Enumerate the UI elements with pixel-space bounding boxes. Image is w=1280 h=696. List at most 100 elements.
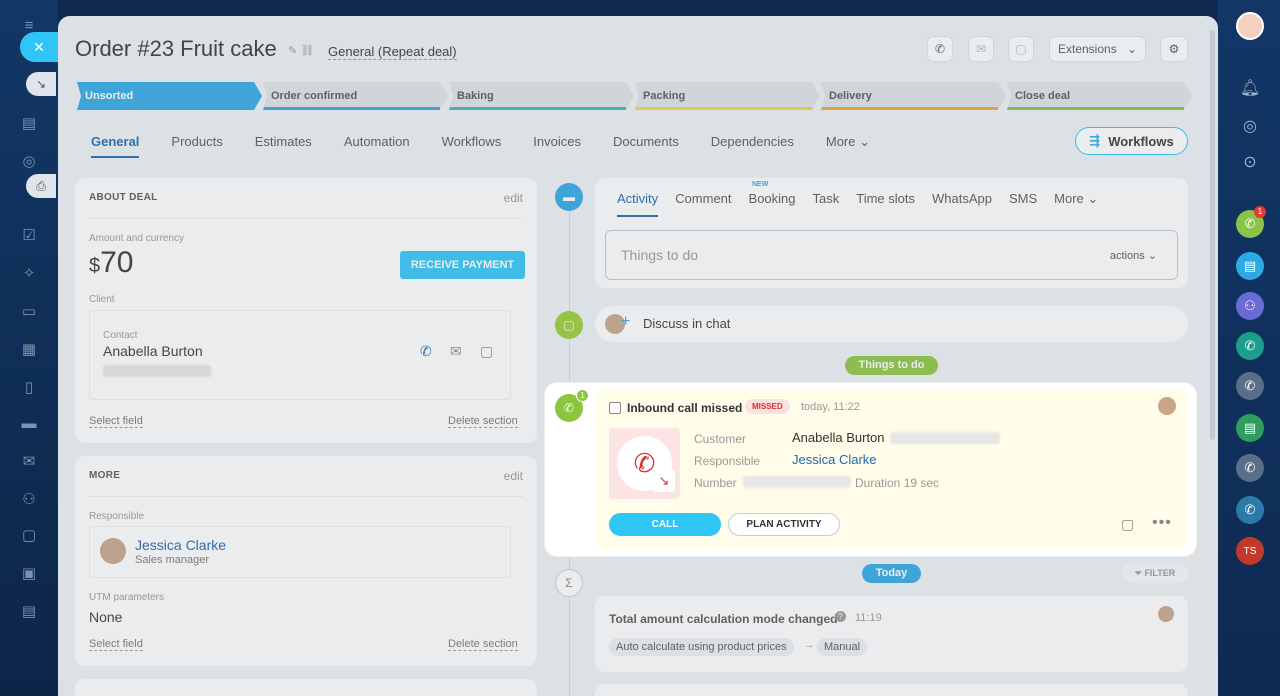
receive-payment-button[interactable]: RECEIVE PAYMENT [400,251,525,279]
complete-checkbox[interactable] [609,402,621,414]
delete-section-link[interactable]: Delete section [448,638,518,651]
store-icon[interactable]: ▤ [18,600,40,622]
chat-icon[interactable]: ▢ [18,524,40,546]
select-field-link[interactable]: Select field [89,415,143,428]
mail-icon[interactable]: ✉ [18,450,40,472]
activity-tab-booking[interactable]: Booking [749,191,796,217]
stage-0[interactable]: Unsorted [77,82,262,110]
avatar [1158,397,1176,415]
tab-more[interactable]: More ⌄ [826,134,870,158]
phone-icon[interactable]: ✆ [420,343,432,360]
group-icon[interactable]: ⚇ [18,488,40,510]
workflows-button[interactable]: ⇶ Workflows [1075,127,1188,155]
close-slider-button[interactable]: ✕ [20,32,58,62]
edit-title-icon[interactable]: ✎ ⛓ [288,44,314,57]
responsible-name[interactable]: Jessica Clarke [792,452,877,467]
print-icon[interactable]: ⎙ [26,174,56,198]
stage-4[interactable]: Delivery [821,82,1006,110]
target-icon[interactable]: ◎ [18,150,40,172]
radar-icon[interactable]: ◎ [1236,112,1264,140]
new-value-chip: Manual [817,638,868,656]
doc-icon[interactable]: ▭ [18,300,40,322]
avatar [100,538,126,564]
note-icon[interactable]: ▢ [1121,516,1134,533]
extensions-button[interactable]: Extensions ⌄ [1049,36,1146,62]
tab-dependencies[interactable]: Dependencies [711,134,794,158]
client-box: Contact Anabella Burton ✆ ✉ ▢ [89,310,511,400]
tasks-icon[interactable]: ☑ [18,224,40,246]
edit-link[interactable]: edit [504,469,523,483]
activity-tab-activity[interactable]: Activity [617,191,659,217]
activity-tabs: Activity Comment Booking Task Time slots What… [617,191,1115,217]
settings-gear-icon[interactable]: ⚙ [1160,36,1188,62]
phone-icon[interactable]: ✆ [1236,496,1264,524]
calendar-icon[interactable]: ▦ [18,338,40,360]
phone-icon[interactable]: ✆ [1236,454,1264,482]
call-back-button[interactable]: CALL [609,513,721,536]
tab-invoices[interactable]: Invoices [533,134,581,158]
stage-label: Unsorted [85,90,134,102]
discuss-in-chat[interactable]: + Discuss in chat [595,306,1188,342]
utm-label: UTM parameters [89,592,165,603]
contact-name[interactable]: Anabella Burton [103,343,203,359]
filter-button[interactable]: ⏷ FILTER [1122,563,1188,583]
file-icon[interactable]: ▯ [18,376,40,398]
openline-icon[interactable]: ▤ [1236,252,1264,280]
phone-icon[interactable]: ✆ [1236,332,1264,360]
tab-documents[interactable]: Documents [613,134,679,158]
plan-activity-button[interactable]: PLAN ACTIVITY [728,513,840,536]
contacts-icon[interactable]: ▣ [18,562,40,584]
stage-bar: Unsorted Order confirmed Baking Packing Deli… [77,82,1197,110]
mail-button[interactable]: ✉ [968,36,994,62]
stage-2[interactable]: Baking [449,82,634,110]
drive-icon[interactable]: ▬ [18,412,40,434]
bell-icon[interactable]: 🔔︎ [1236,74,1264,102]
responsible-name[interactable]: Jessica Clarke [135,537,226,553]
tab-automation[interactable]: Automation [344,134,410,158]
stage-color-bar [263,107,440,110]
activity-tab-more[interactable]: More ⌄ [1054,191,1098,217]
tab-products[interactable]: Products [171,134,222,158]
user-avatar[interactable] [1236,12,1264,40]
delete-section-link[interactable]: Delete section [448,415,518,428]
mail-icon[interactable]: ✉ [450,343,462,360]
activity-tab-time-slots[interactable]: Time slots [856,191,915,217]
search-chat-icon[interactable]: ⊙ [1236,148,1264,176]
stage-1[interactable]: Order confirmed [263,82,448,110]
next-history-item [595,684,1188,696]
chat-icon[interactable]: ▢ [480,343,493,360]
chat-button[interactable]: ▢ [1008,36,1034,62]
activity-tab-comment[interactable]: Comment [675,191,731,217]
edit-link[interactable]: edit [504,191,523,205]
stage-3[interactable]: Packing [635,82,820,110]
actions-dropdown[interactable]: actions ⌄ [1110,249,1157,262]
select-field-link[interactable]: Select field [89,638,143,651]
stage-5[interactable]: Close deal [1007,82,1192,110]
call-duration: Duration 19 sec [855,476,940,490]
activity-tab-sms[interactable]: SMS [1009,191,1037,217]
sigma-icon: Σ [555,569,583,597]
call-count-badge: 1 [1254,206,1266,218]
call-button[interactable]: ✆ [927,36,953,62]
collapse-icon[interactable]: ↘ [26,72,56,96]
call-title: Inbound call missed [627,401,743,415]
utm-value: None [89,609,123,625]
phone-icon[interactable]: ✆ [1236,372,1264,400]
activity-tab-whatsapp[interactable]: WhatsApp [932,191,992,217]
deal-category[interactable]: General (Repeat deal) [328,44,457,60]
customer-name[interactable]: Anabella Burton [792,430,885,445]
user-initials-avatar[interactable]: TS [1236,537,1264,565]
stage-label: Delivery [829,90,872,102]
activity-tab-task[interactable]: Task [813,191,840,217]
tab-general[interactable]: General [91,134,140,158]
group-chat-icon[interactable]: ⚇ [1236,292,1264,320]
doc-chat-icon[interactable]: ▤ [1236,414,1264,442]
scrollbar[interactable] [1210,30,1215,440]
tab-estimates[interactable]: Estimates [255,134,312,158]
puzzle-icon[interactable]: ✧ [18,262,40,284]
crm-icon[interactable]: ▤ [18,112,40,134]
help-icon[interactable]: ? [835,611,846,622]
more-options-icon[interactable]: ••• [1152,514,1172,532]
tab-workflows[interactable]: Workflows [442,134,502,158]
todo-input[interactable]: Things to do actions ⌄ [605,230,1178,280]
